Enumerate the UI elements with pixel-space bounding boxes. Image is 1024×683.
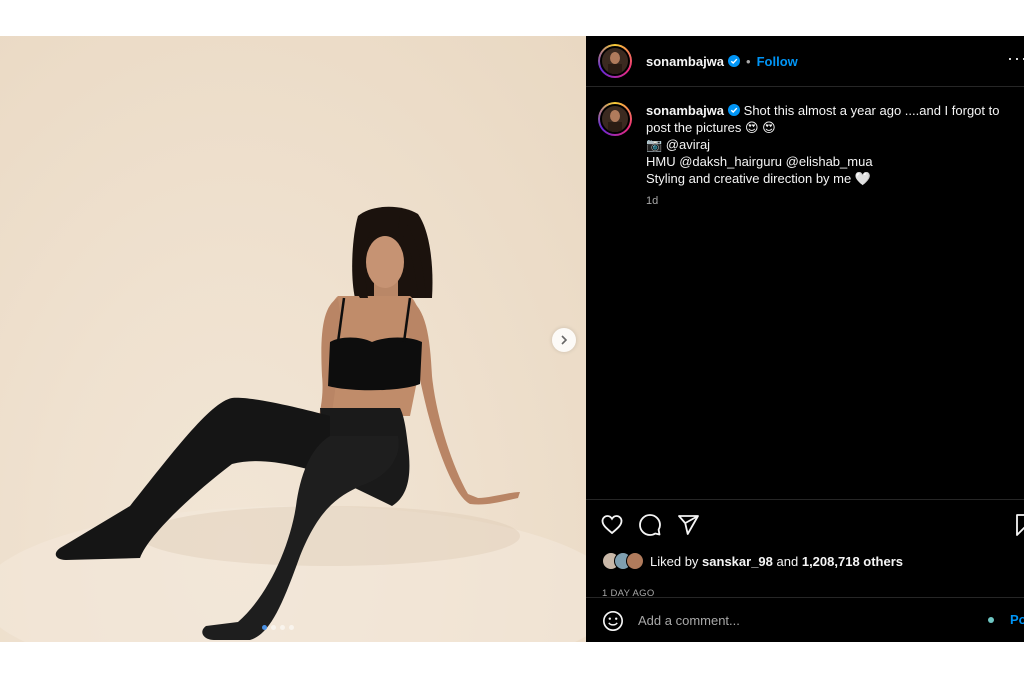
carousel-dot <box>262 625 267 630</box>
more-options-icon[interactable]: ··· <box>1007 48 1024 69</box>
bookmark-icon[interactable] <box>1015 513 1024 537</box>
caption-line: Styling and creative direction by me 🤍 <box>646 171 872 186</box>
carousel-indicator <box>262 625 294 630</box>
verified-badge-icon <box>728 55 741 67</box>
caption-line: HMU @daksh_hairguru @elishab_mua <box>646 154 873 169</box>
send-icon[interactable] <box>676 513 700 537</box>
post-photo <box>0 206 586 642</box>
likes-count[interactable]: 1,208,718 others <box>802 554 903 569</box>
status-dot <box>988 617 994 623</box>
verified-badge-icon <box>728 104 741 116</box>
carousel-dot <box>280 625 285 630</box>
likes-and: and <box>776 553 799 569</box>
smiley-icon[interactable] <box>602 610 624 632</box>
comment-bar: Po <box>586 597 1024 642</box>
caption-username[interactable]: sonambajwa <box>646 103 724 118</box>
avatar-image <box>600 46 630 76</box>
post-caption: sonambajwa Shot this almost a year ago .… <box>598 102 1018 210</box>
comment-input[interactable] <box>636 612 940 629</box>
post-side-panel: sonambajwa • Follow ··· sonambajwa Shot … <box>586 36 1024 642</box>
carousel-dot <box>271 625 276 630</box>
instagram-post: sonambajwa • Follow ··· sonambajwa Shot … <box>0 36 1024 642</box>
action-icons <box>600 513 700 537</box>
post-media[interactable] <box>0 36 586 642</box>
separator-dot: • <box>746 53 751 69</box>
caption-text: sonambajwa Shot this almost a year ago .… <box>646 102 1006 210</box>
carousel-next-button[interactable] <box>552 328 576 352</box>
caption-line: 📷 @aviraj <box>646 137 711 152</box>
heart-icon[interactable] <box>600 513 624 537</box>
caption-timestamp: 1d <box>646 195 659 207</box>
post-header: sonambajwa • Follow ··· <box>586 36 1024 87</box>
comment-icon[interactable] <box>638 513 662 537</box>
carousel-dot <box>289 625 294 630</box>
avatar <box>626 552 644 570</box>
chevron-right-icon <box>561 335 568 345</box>
post-comment-button[interactable]: Po <box>1010 612 1024 627</box>
likes-summary: Liked by sanskar_98 and 1,208,718 others <box>602 552 903 570</box>
liked-by-username[interactable]: sanskar_98 <box>702 554 773 569</box>
likes-text: Liked by sanskar_98 and 1,208,718 others <box>650 554 903 569</box>
follow-button[interactable]: Follow <box>757 54 798 69</box>
avatar[interactable] <box>598 44 632 78</box>
avatar-image <box>600 104 630 134</box>
likes-prefix: Liked by <box>650 553 699 569</box>
header-username[interactable]: sonambajwa <box>646 54 724 69</box>
caption-avatar[interactable] <box>598 102 632 136</box>
